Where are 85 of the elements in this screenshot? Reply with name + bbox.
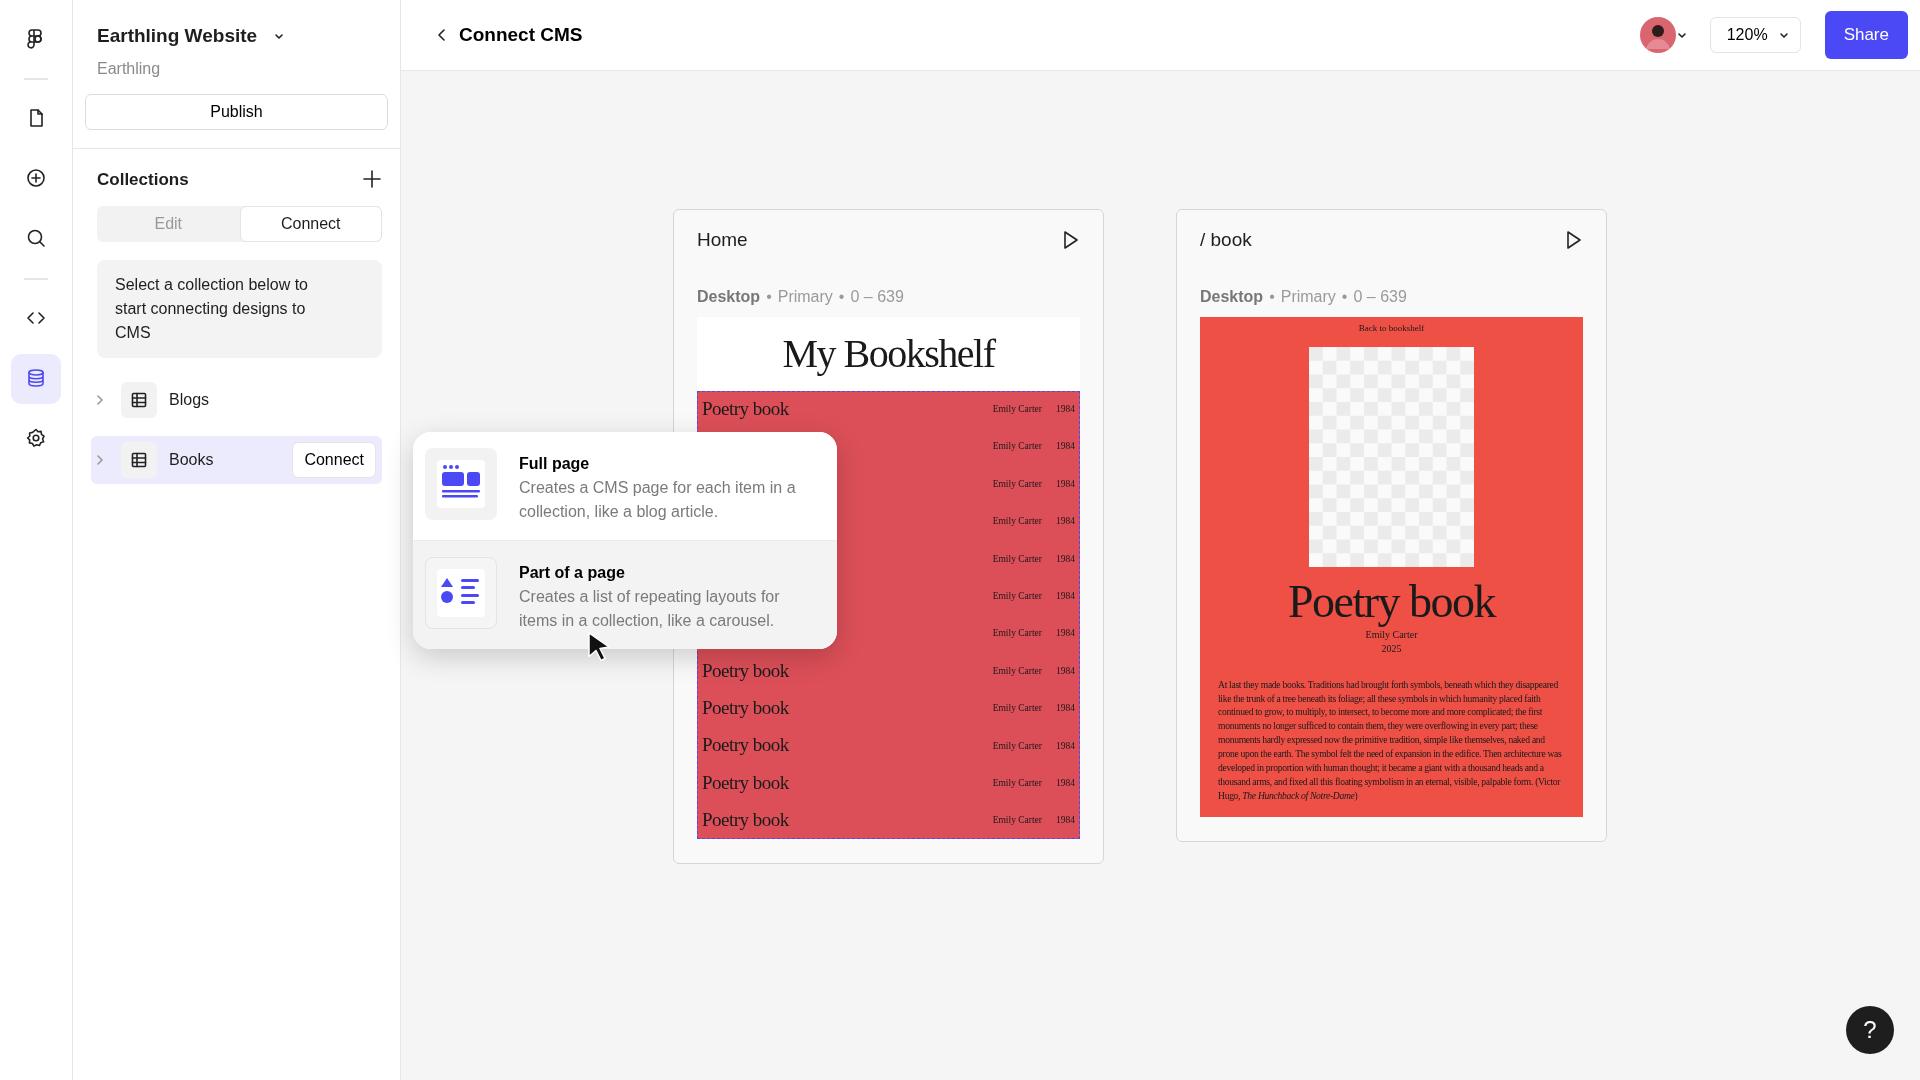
book-title: Poetry book — [1287, 577, 1496, 628]
frame-title: Home — [697, 228, 748, 252]
play-icon[interactable] — [1565, 230, 1583, 251]
frame-meta: Primary — [777, 286, 833, 307]
book-author: Emily Carter — [1365, 627, 1418, 642]
full-page-icon — [437, 460, 485, 508]
separator-dot: • — [1341, 286, 1348, 307]
database-button[interactable] — [11, 354, 61, 404]
cursor-icon — [587, 631, 613, 663]
frame-meta: Desktop — [1200, 286, 1264, 307]
table-icon — [131, 452, 147, 468]
chevron-right-icon[interactable] — [96, 395, 104, 405]
book-title: Poetry book — [702, 808, 790, 833]
search-icon — [26, 228, 46, 250]
collection-name: Blogs — [169, 390, 211, 410]
publish-button[interactable]: Publish — [85, 93, 388, 130]
book-author: Emily Carter — [992, 590, 1042, 603]
book-year: 1984 — [1056, 776, 1075, 790]
help-button[interactable]: ? — [1846, 1006, 1894, 1054]
zoom-dropdown[interactable]: 120% — [1709, 17, 1801, 53]
play-icon[interactable] — [1062, 230, 1080, 251]
book-year: 1984 — [1056, 552, 1075, 566]
frame-meta: 0 – 639 — [850, 286, 904, 307]
book-title: Poetry book — [702, 396, 790, 421]
add-icon — [26, 168, 46, 190]
segment-tab[interactable]: Connect — [239, 206, 382, 242]
project-subtitle: Earthling — [96, 58, 162, 79]
book-author: Emily Carter — [992, 552, 1042, 566]
settings-icon — [26, 428, 46, 450]
frame-meta: 0 – 639 — [1353, 286, 1407, 307]
book-year: 1984 — [1056, 515, 1075, 529]
book-title: Poetry book — [702, 770, 790, 795]
book-year: 1984 — [1056, 664, 1075, 678]
book-title: Poetry book — [702, 733, 790, 758]
back-link[interactable]: Back to bookshelf — [1358, 321, 1425, 335]
project-title: Earthling Website — [96, 24, 258, 48]
list-layout-icon — [437, 569, 485, 617]
separator-dot: • — [838, 286, 845, 307]
add-icon[interactable] — [362, 169, 382, 190]
book-year: 1984 — [1056, 403, 1075, 417]
menu-option[interactable]: Part of a page Creates a list of repeating layouts for items in a collection, like a carousel. — [413, 540, 837, 649]
option-description: Creates a CMS page for each item in a collection, like a blog article. — [519, 478, 797, 522]
book-title: Poetry book — [702, 696, 790, 721]
book-author: Emily Carter — [992, 515, 1042, 529]
book-year: 1984 — [1056, 440, 1075, 454]
book-author: Emily Carter — [992, 627, 1042, 641]
frame-title: / book — [1200, 228, 1252, 252]
book-year: 1984 — [1056, 739, 1075, 753]
frame-meta: Primary — [1280, 286, 1336, 307]
menu-option[interactable]: Full page Creates a CMS page for each item in a collection, like a blog article. — [413, 432, 837, 540]
collection-item[interactable]: Blogs — [91, 376, 382, 424]
book-year: 1984 — [1056, 477, 1075, 491]
database-icon — [26, 368, 46, 390]
back-button[interactable]: Connect CMS — [431, 19, 589, 51]
book-year: 1984 — [1056, 814, 1075, 828]
table-icon — [131, 392, 147, 408]
option-description: Creates a list of repeating layouts for items in a collection, like a carousel. — [519, 587, 781, 631]
book-author: Emily Carter — [992, 440, 1042, 454]
frame-meta: Desktop — [697, 286, 761, 307]
share-button[interactable]: Share — [1824, 11, 1908, 59]
page-heading: My Bookshelf — [697, 316, 1080, 391]
separator-dot: • — [1269, 286, 1275, 307]
book-year: 2025 — [1381, 641, 1402, 656]
book-author: Emily Carter — [992, 403, 1042, 417]
avatar[interactable] — [1639, 17, 1676, 53]
connect-button[interactable]: Connect — [292, 442, 376, 478]
option-title: Full page — [519, 454, 591, 474]
book-author: Emily Carter — [992, 814, 1042, 828]
book-author: Emily Carter — [992, 702, 1042, 716]
section-title: Collections — [97, 168, 189, 191]
book-author: Emily Carter — [992, 739, 1042, 753]
separator-dot: • — [766, 286, 772, 307]
book-author: Emily Carter — [992, 664, 1042, 678]
collection-name: Books — [169, 450, 215, 470]
book-year: 1984 — [1056, 590, 1075, 603]
book-author: Emily Carter — [992, 477, 1042, 491]
collection-item[interactable]: Books Connect — [91, 436, 382, 484]
book-year: 1984 — [1056, 627, 1075, 641]
option-title: Part of a page — [519, 563, 626, 583]
book-author: Emily Carter — [992, 776, 1042, 790]
book-year: 1984 — [1056, 702, 1075, 716]
hint-text: Select a collection below to start connecting designs to CMS — [97, 260, 382, 358]
book-title: Poetry book — [702, 658, 790, 683]
book-description: At last they made books. Traditions had brought forth symbols, beneath which they disappeared like the trunk of a tree beneath its foliage; all these symbols in which humanity placed faith continued to grow, to multiply, to intersect, to become more and more complicated; the first monuments no longer sufficed to contain them, they were overflowing in every part; these monuments hardly expressed now the primitive tradition, simple like themselves, naked and prone upon the earth. The symbol felt the need of expansion in the edifice. Then architecture was developed in proportion with human thought; it became a giant with a thousand heads and a thousand arms, and fixed all this floating symbolism in an eternal, visible, palpable form. (Victor Hugo, The Hunchback of Notre-Dame) — [1218, 677, 1563, 803]
back-icon — [437, 28, 447, 42]
